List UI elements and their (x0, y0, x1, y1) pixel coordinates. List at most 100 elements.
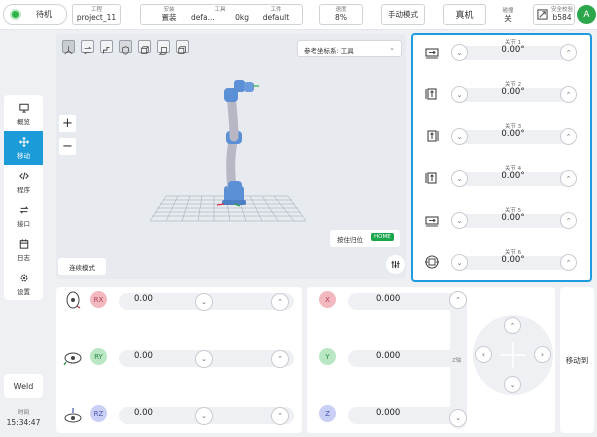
real-machine-button[interactable]: 真机 (443, 4, 486, 25)
joint-value: 0.00° (501, 171, 525, 181)
joint-2-icon (425, 88, 437, 100)
swap-icon (18, 205, 29, 214)
rx-row: RX 0.00 ⌄ ⌃ (90, 291, 294, 313)
joint-1-minus-button[interactable]: ⌄ (451, 44, 468, 61)
rx-minus-button[interactable]: ⌄ (195, 293, 213, 311)
sidebar-item-program[interactable]: 程序 (4, 165, 43, 199)
continuous-mode-button[interactable]: 连续模式 (58, 258, 106, 275)
joint-6-plus-button[interactable]: ⌃ (560, 254, 577, 271)
z-axis-label: Z轴 (452, 358, 462, 364)
chevron-down-icon: ⌄ (201, 412, 207, 420)
sidebar-item-log[interactable]: 日志 (4, 233, 43, 267)
hold-home-button[interactable]: 按住归位 HOME (330, 230, 400, 247)
ry-badge: RY (90, 348, 107, 365)
chevron-up-icon: ⌃ (565, 174, 572, 183)
y-value: 0.000 (376, 351, 401, 361)
jog-up-button[interactable]: ⌃ (504, 317, 521, 334)
joint-row: ⌄ ⌃ 关节 3 0.00° (413, 122, 590, 152)
ry-minus-button[interactable]: ⌄ (195, 350, 213, 368)
joint-control-panel: ⌄ ⌃ 关节 1 0.00° ⌄ ⌃ 关节 2 0.00° ⌄ ⌃ 关节 3 0… (411, 33, 592, 282)
joint-4-icon (425, 172, 437, 184)
rx-plus-button[interactable]: ⌃ (271, 293, 289, 311)
joint-row: ⌄ ⌃ 关节 4 0.00° (413, 164, 590, 194)
joint-value: 0.00° (501, 45, 525, 55)
joint-1-plus-button[interactable]: ⌃ (560, 44, 577, 61)
speed-box[interactable]: 速度 8% (319, 4, 363, 25)
z-up-button[interactable]: ⌃ (449, 291, 467, 309)
rz-minus-button[interactable]: ⌄ (195, 407, 213, 425)
status-label: 待机 (36, 10, 52, 19)
clock: 时间 15:34:47 (4, 410, 43, 426)
sidebar-item-interface[interactable]: 接口 (4, 199, 43, 233)
safety-check-box[interactable]: 安全校验 b584 (533, 4, 575, 25)
y-badge: Y (319, 348, 336, 365)
joint-5-icon (425, 216, 439, 227)
sidebar-item-move[interactable]: 移动 (4, 131, 43, 165)
manual-mode-button[interactable]: 手动模式 (381, 4, 425, 25)
sidebar-item-settings[interactable]: 设置 (4, 267, 43, 301)
joint-6-minus-button[interactable]: ⌄ (451, 254, 468, 271)
x-row: X 0.000 (319, 291, 458, 313)
jog-down-button[interactable]: ⌄ (504, 376, 521, 393)
sliders-icon (391, 260, 400, 269)
move-to-button[interactable]: 移动到 (560, 287, 594, 433)
safety-check-icon (537, 9, 548, 20)
joint-value: 0.00° (501, 129, 525, 139)
time-label: 时间 (17, 410, 29, 416)
z-row: Z 0.000 (319, 405, 458, 427)
sidebar-item-overview[interactable]: 概览 (4, 97, 43, 131)
rx-value: 0.00 (134, 294, 153, 304)
avatar[interactable]: A (577, 5, 596, 24)
joint-6-icon (425, 255, 439, 269)
jog-right-button[interactable]: › (534, 346, 551, 363)
tool-label: 工具 (214, 6, 226, 13)
joint-row: ⌄ ⌃ 关节 6 0.00° (413, 248, 590, 278)
jog-left-button[interactable]: ‹ (475, 346, 492, 363)
sidebar-item-label: 移动 (17, 151, 30, 160)
monitor-icon (18, 103, 29, 113)
joint-3-plus-button[interactable]: ⌃ (560, 128, 577, 145)
settings-sliders-button[interactable] (386, 255, 405, 274)
config-box[interactable]: 安装 置装 工具 defa... 0kg 工件 default (140, 4, 303, 25)
chevron-down-icon: ⌄ (456, 258, 463, 267)
joint-5-minus-button[interactable]: ⌄ (451, 212, 468, 229)
project-value: project_11 (76, 13, 117, 22)
xy-jog-pad[interactable]: ⌃ ⌄ ‹ › (473, 315, 553, 395)
sidebar: 概览 移动 程序 接口 日志 设置 (4, 95, 43, 300)
ry-plus-button[interactable]: ⌃ (271, 350, 289, 368)
joint-1-icon (425, 48, 439, 59)
chevron-up-icon: ⌃ (277, 298, 283, 306)
sidebar-item-label: 日志 (17, 253, 30, 262)
rz-value: 0.00 (134, 408, 153, 418)
joint-2-minus-button[interactable]: ⌄ (451, 86, 468, 103)
install-value: 置装 (161, 13, 177, 22)
joint-5-plus-button[interactable]: ⌃ (560, 212, 577, 229)
weld-button[interactable]: Weld (4, 374, 43, 398)
home-badge: HOME (371, 233, 394, 241)
status-button[interactable]: 待机 (3, 4, 67, 25)
chevron-down-icon: ⌄ (456, 132, 463, 141)
rotation-panel: RX 0.00 ⌄ ⌃ RY 0.00 ⌄ ⌃ RZ 0.00 ⌄ ⌃ (56, 287, 302, 433)
chevron-right-icon: › (540, 350, 545, 359)
robot-arm (216, 80, 259, 207)
move-arrows-icon (18, 136, 29, 147)
chevron-down-icon: ⌄ (456, 174, 463, 183)
calendar-icon (19, 238, 28, 249)
chevron-up-icon: ⌃ (565, 90, 572, 99)
rz-plus-button[interactable]: ⌃ (271, 407, 289, 425)
joint-4-plus-button[interactable]: ⌃ (560, 170, 577, 187)
joint-2-plus-button[interactable]: ⌃ (560, 86, 577, 103)
z-down-button[interactable]: ⌄ (449, 409, 467, 427)
joint-4-minus-button[interactable]: ⌄ (451, 170, 468, 187)
ry-row: RY 0.00 ⌄ ⌃ (90, 348, 294, 370)
chevron-down-icon: ⌄ (509, 380, 516, 389)
rotate-rx-icon (66, 291, 81, 309)
project-box[interactable]: 工程 project_11 (72, 4, 121, 25)
chevron-down-icon: ⌄ (201, 355, 207, 363)
3d-viewport[interactable]: 参考坐标系: 工具 ⌄ + − 按住归位 HOME 连续模式 (56, 34, 406, 279)
joint-row: ⌄ ⌃ 关节 2 0.00° (413, 80, 590, 110)
chevron-down-icon: ⌄ (456, 216, 463, 225)
joint-row: ⌄ ⌃ 关节 1 0.00° (413, 38, 590, 68)
ry-value: 0.00 (134, 351, 153, 361)
joint-3-minus-button[interactable]: ⌄ (451, 128, 468, 145)
